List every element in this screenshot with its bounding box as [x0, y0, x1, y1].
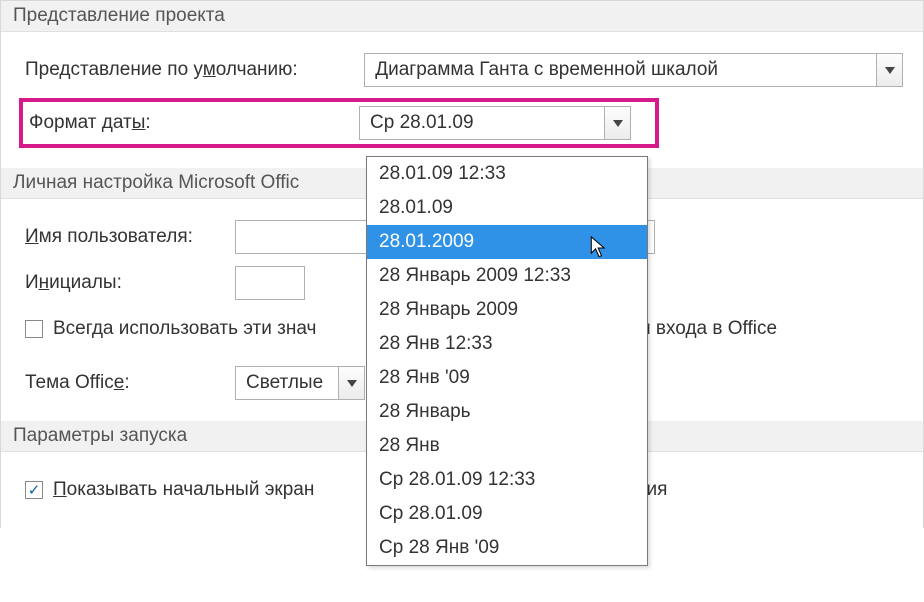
- date-format-option[interactable]: Ср 28.01.09: [367, 497, 647, 531]
- date-format-option[interactable]: 28 Январь 2009: [367, 293, 647, 327]
- section-title: Представление проекта: [13, 5, 225, 26]
- date-format-label: Формат даты:: [29, 112, 359, 134]
- date-format-option[interactable]: 28 Январь: [367, 395, 647, 429]
- date-format-option[interactable]: 28.01.09: [367, 191, 647, 225]
- always-use-checkbox[interactable]: [25, 320, 43, 338]
- default-view-combo[interactable]: Диаграмма Ганта с временной шкалой: [364, 53, 903, 87]
- section-title: Личная настройка Microsoft Offic: [13, 172, 299, 193]
- show-start-label-part1: Показывать начальный экран: [53, 479, 314, 501]
- date-format-option[interactable]: 28.01.09 12:33: [367, 157, 647, 191]
- theme-label: Тема Office:: [25, 372, 235, 394]
- date-format-option[interactable]: Ср 28 Янв '09: [367, 531, 647, 565]
- date-format-combo[interactable]: Ср 28.01.09: [359, 106, 631, 140]
- chevron-down-icon: [885, 67, 895, 74]
- username-label: Имя пользователя:: [25, 226, 235, 248]
- date-format-option[interactable]: 28 Янв '09: [367, 361, 647, 395]
- date-format-option[interactable]: 28 Янв 12:33: [367, 327, 647, 361]
- date-format-highlight: Формат даты: Ср 28.01.09: [19, 98, 659, 148]
- section-title: Параметры запуска: [13, 425, 187, 446]
- date-format-dropdown-button[interactable]: [604, 107, 630, 139]
- always-use-label-part1: Всегда использовать эти знач: [53, 318, 316, 340]
- chevron-down-icon: [347, 380, 357, 387]
- initials-input[interactable]: [235, 266, 305, 300]
- chevron-down-icon: [613, 120, 623, 127]
- date-format-value: Ср 28.01.09: [360, 112, 604, 134]
- date-format-option[interactable]: 28 Январь 2009 12:33: [367, 259, 647, 293]
- section-header-project-view: Представление проекта: [1, 1, 923, 32]
- theme-dropdown-button[interactable]: [338, 367, 364, 399]
- show-start-checkbox[interactable]: ✓: [25, 481, 43, 499]
- theme-combo[interactable]: Светлые: [235, 366, 365, 400]
- default-view-dropdown-button[interactable]: [876, 54, 902, 86]
- date-format-option[interactable]: Ср 28.01.09 12:33: [367, 463, 647, 497]
- date-format-option[interactable]: 28 Янв: [367, 429, 647, 463]
- date-format-dropdown-list[interactable]: 28.01.09 12:3328.01.0928.01.200928 Январ…: [366, 156, 648, 566]
- date-format-option[interactable]: 28.01.2009: [367, 225, 647, 259]
- initials-label: Инициалы:: [25, 272, 235, 294]
- default-view-value: Диаграмма Ганта с временной шкалой: [365, 59, 876, 81]
- theme-value: Светлые: [236, 372, 338, 394]
- default-view-label: Представление по умолчанию:: [25, 59, 364, 81]
